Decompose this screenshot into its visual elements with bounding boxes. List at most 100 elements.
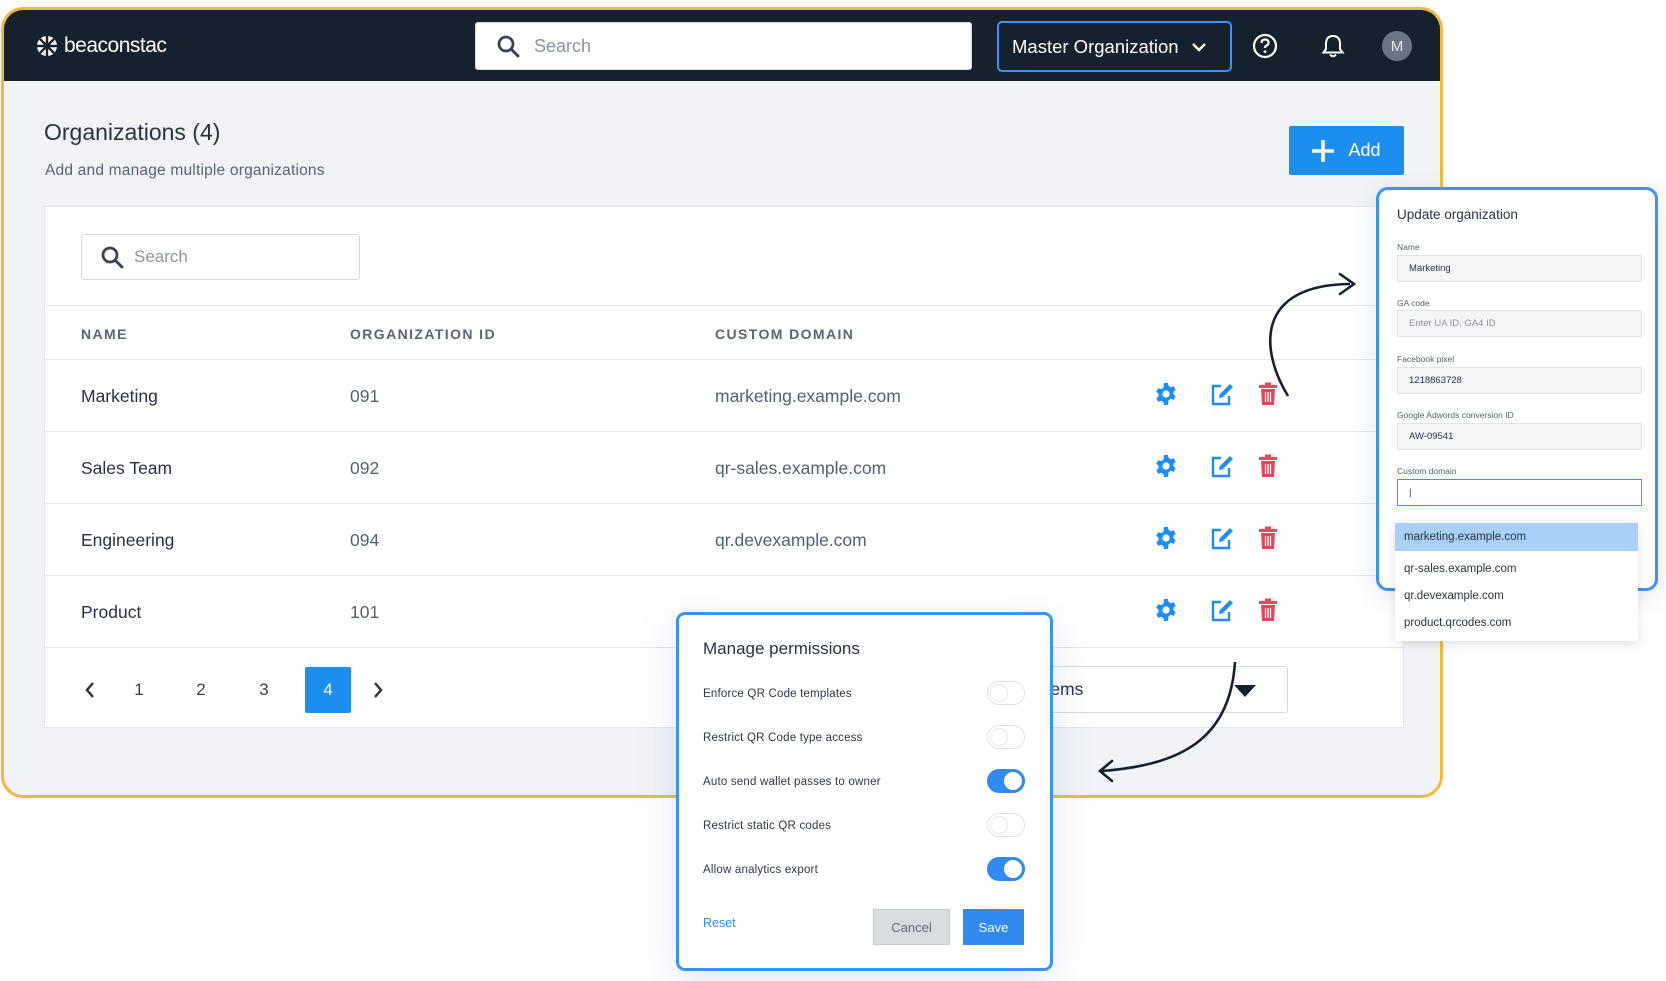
- org-id: 094: [350, 530, 380, 550]
- logo-icon: [37, 36, 57, 56]
- page-button-3[interactable]: 3: [241, 667, 287, 713]
- gear-icon: [1156, 527, 1176, 549]
- column-header-name[interactable]: NAME: [81, 326, 128, 342]
- table-search[interactable]: [81, 234, 360, 280]
- trash-icon: [1259, 598, 1277, 621]
- reset-link[interactable]: Reset: [703, 916, 736, 930]
- edit-button[interactable]: [1209, 382, 1235, 413]
- organization-switcher-label: Master Organization: [1012, 35, 1179, 57]
- column-header-custom-domain[interactable]: CUSTOM DOMAIN: [715, 326, 854, 342]
- custom-domain-label: Custom domain: [1397, 466, 1457, 476]
- table-search-input[interactable]: [134, 247, 334, 267]
- org-domain: qr.devexample.com: [715, 530, 867, 550]
- save-button[interactable]: Save: [963, 909, 1024, 945]
- permission-row: Enforce QR Code templates: [703, 681, 1025, 711]
- permission-toggle[interactable]: [987, 681, 1025, 705]
- search-icon: [497, 35, 520, 58]
- trash-icon: [1259, 526, 1277, 549]
- gear-icon: [1156, 599, 1176, 621]
- chevron-left-icon: [85, 682, 94, 698]
- permission-row: Auto send wallet passes to owner: [703, 769, 1025, 799]
- org-name: Engineering: [81, 530, 175, 550]
- domain-option[interactable]: qr.devexample.com: [1395, 582, 1638, 610]
- custom-domain-dropdown: marketing.example.com qr-sales.example.c…: [1395, 523, 1638, 641]
- name-field[interactable]: Marketing: [1397, 255, 1642, 282]
- permission-toggle[interactable]: [987, 769, 1025, 793]
- org-name: Sales Team: [81, 458, 173, 478]
- chevron-down-icon: [1191, 42, 1206, 52]
- toggle-knob: [1004, 860, 1022, 878]
- custom-domain-cursor: |: [1409, 487, 1412, 498]
- permission-toggle[interactable]: [987, 857, 1025, 881]
- custom-domain-field[interactable]: |: [1397, 479, 1642, 506]
- column-header-organization-id[interactable]: ORGANIZATION ID: [350, 326, 496, 342]
- adwords-label: Google Adwords conversion ID: [1397, 410, 1514, 420]
- chevron-right-icon: [374, 682, 383, 698]
- delete-button[interactable]: [1258, 454, 1278, 483]
- org-id: 091: [350, 386, 380, 406]
- edit-button[interactable]: [1209, 454, 1235, 485]
- page-button-2[interactable]: 2: [178, 667, 224, 713]
- add-button-label: Add: [1348, 140, 1381, 160]
- gear-icon: [1156, 383, 1176, 405]
- settings-button[interactable]: [1154, 454, 1178, 483]
- page-button-4[interactable]: 4: [305, 667, 351, 713]
- page-subtitle: Add and manage multiple organizations: [45, 162, 325, 179]
- page-title: Organizations (4): [44, 119, 221, 145]
- help-icon: [1252, 33, 1278, 59]
- edit-icon: [1211, 528, 1233, 550]
- permission-label: Auto send wallet passes to owner: [703, 776, 881, 788]
- cancel-button[interactable]: Cancel: [873, 909, 950, 945]
- avatar[interactable]: M: [1382, 31, 1412, 61]
- domain-option[interactable]: qr-sales.example.com: [1395, 555, 1638, 583]
- adwords-field[interactable]: AW-09541: [1397, 423, 1642, 450]
- permission-row: Restrict static QR codes: [703, 813, 1025, 843]
- edit-icon: [1211, 600, 1233, 622]
- permission-label: Restrict QR Code type access: [703, 732, 863, 744]
- settings-button[interactable]: [1154, 598, 1178, 627]
- facebook-pixel-value: 1218863728: [1409, 375, 1462, 386]
- organization-switcher[interactable]: Master Organization: [997, 21, 1232, 72]
- notifications-button[interactable]: [1321, 33, 1345, 64]
- bell-icon: [1321, 34, 1345, 58]
- permissions-panel-title: Manage permissions: [703, 639, 860, 658]
- edit-icon: [1211, 456, 1233, 478]
- plus-icon: [1312, 139, 1335, 162]
- manage-permissions-panel: Manage permissions Enforce QR Code templ…: [676, 612, 1053, 971]
- permission-toggle[interactable]: [987, 725, 1025, 749]
- delete-button[interactable]: [1258, 526, 1278, 555]
- permission-row: Allow analytics export: [703, 857, 1025, 887]
- caret-down-icon: [1234, 685, 1256, 697]
- help-button[interactable]: [1252, 33, 1278, 64]
- org-id: 101: [350, 602, 380, 622]
- global-search-input[interactable]: [534, 35, 934, 57]
- edit-icon: [1211, 384, 1233, 406]
- update-panel-title: Update organization: [1397, 207, 1518, 222]
- page-button-1[interactable]: 1: [116, 667, 162, 713]
- edit-button[interactable]: [1209, 598, 1235, 629]
- permission-label: Restrict static QR codes: [703, 820, 832, 832]
- add-organization-button[interactable]: Add: [1289, 126, 1404, 175]
- permission-row: Restrict QR Code type access: [703, 725, 1025, 755]
- facebook-pixel-field[interactable]: 1218863728: [1397, 367, 1642, 394]
- delete-button[interactable]: [1258, 598, 1278, 627]
- settings-button[interactable]: [1154, 526, 1178, 555]
- next-page-button[interactable]: [355, 667, 401, 713]
- ga-code-field[interactable]: Enter UA ID, GA4 ID: [1397, 310, 1642, 337]
- permission-toggle[interactable]: [987, 813, 1025, 837]
- search-icon: [101, 246, 124, 269]
- global-search[interactable]: [475, 22, 972, 70]
- facebook-pixel-label: Facebook pixel: [1397, 354, 1455, 364]
- prev-page-button[interactable]: [67, 667, 113, 713]
- top-navbar: beaconstac Master Organization: [4, 10, 1440, 81]
- delete-button[interactable]: [1258, 382, 1278, 411]
- trash-icon: [1259, 454, 1277, 477]
- logo[interactable]: beaconstac: [36, 34, 167, 58]
- domain-option[interactable]: product.qrcodes.com: [1395, 609, 1638, 637]
- table-row: Engineering 094 qr.devexample.com: [45, 504, 1403, 576]
- settings-button[interactable]: [1154, 382, 1178, 411]
- domain-option[interactable]: marketing.example.com: [1395, 523, 1638, 551]
- gear-icon: [1156, 455, 1176, 477]
- permission-label: Enforce QR Code templates: [703, 688, 852, 700]
- edit-button[interactable]: [1209, 526, 1235, 557]
